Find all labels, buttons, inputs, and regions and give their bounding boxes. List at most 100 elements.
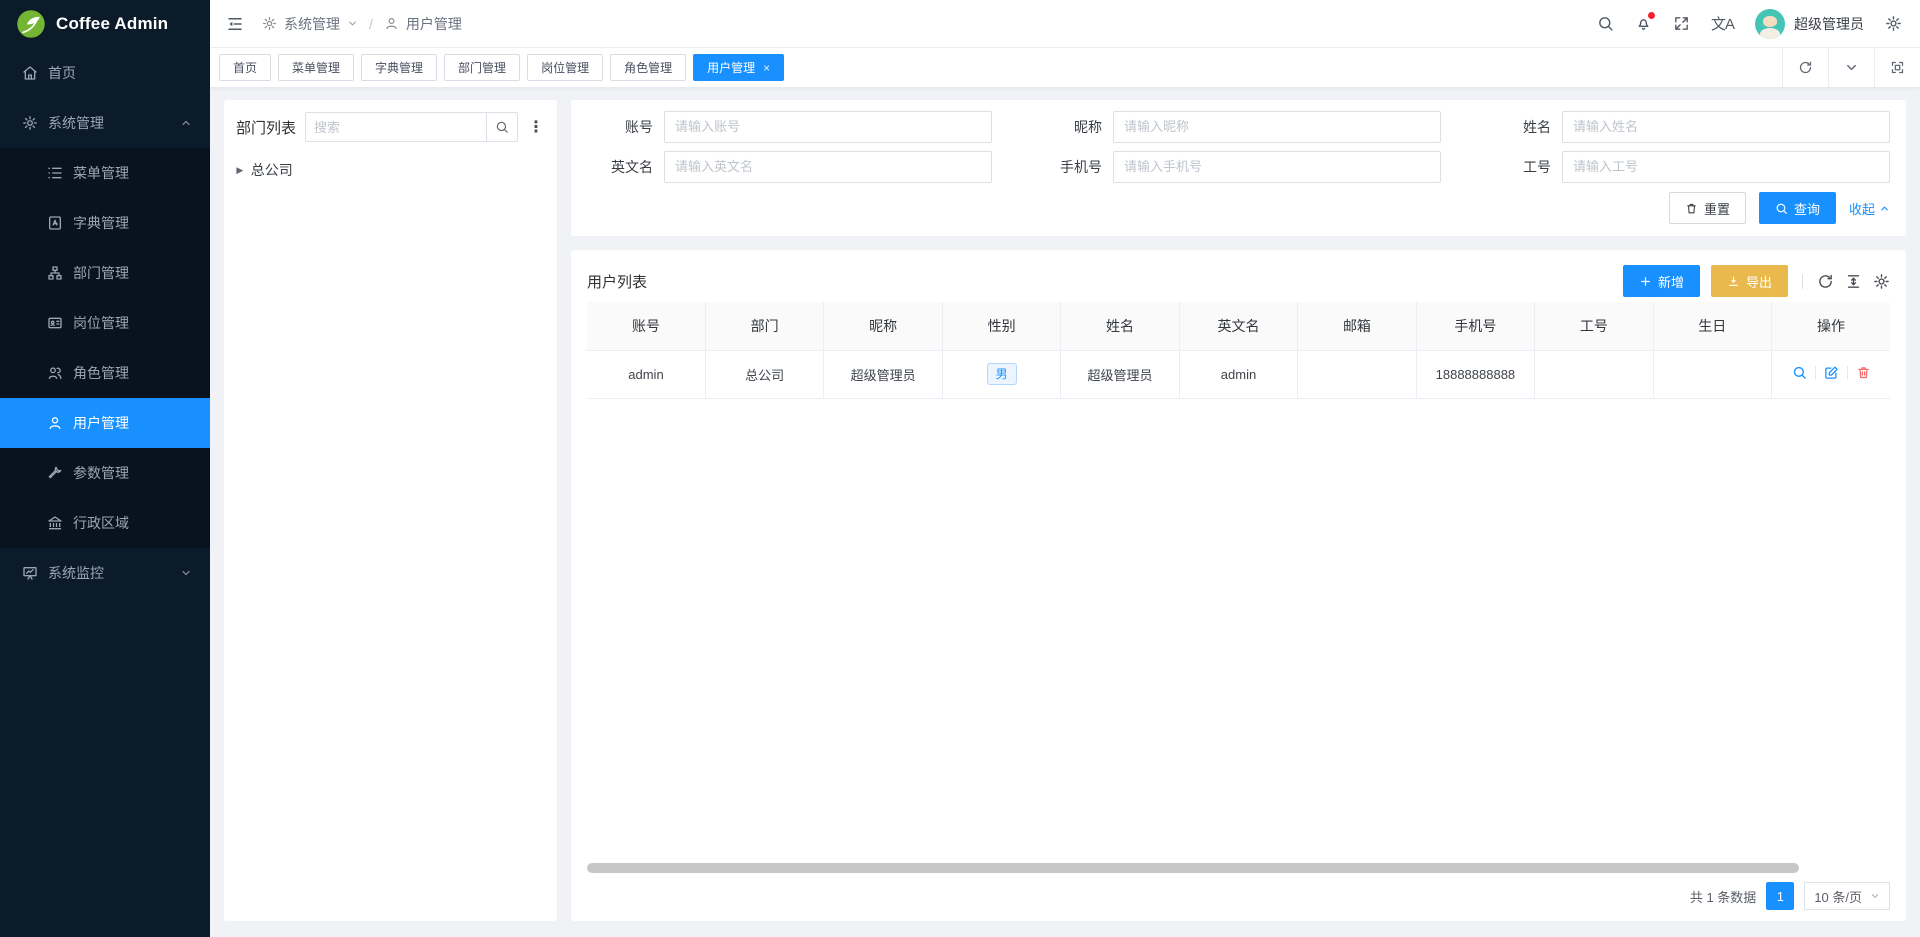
work-no-field[interactable] [1562, 151, 1890, 183]
tab-post-mgmt[interactable]: 岗位管理 [527, 54, 603, 81]
sidebar-menu: 首页 系统管理 菜单管理 字典管理 [0, 48, 210, 937]
chevron-down-icon[interactable] [1828, 48, 1874, 87]
phone-field[interactable] [1113, 151, 1441, 183]
col-dept[interactable]: 部门 [705, 302, 823, 350]
collapse-sidebar-icon[interactable] [226, 15, 244, 33]
tree-node-label: 总公司 [251, 160, 293, 180]
sidebar-item-param-mgmt[interactable]: 参数管理 [0, 448, 210, 498]
sidebar-item-region-mgmt[interactable]: 行政区域 [0, 498, 210, 548]
account-field[interactable] [664, 111, 992, 143]
sidebar-item-menu-mgmt[interactable]: 菜单管理 [0, 148, 210, 198]
cell-work-no [1535, 350, 1653, 398]
col-en-name[interactable]: 英文名 [1179, 302, 1297, 350]
cell-email [1298, 350, 1416, 398]
maximize-icon[interactable] [1874, 48, 1920, 87]
sidebar-item-dept-mgmt[interactable]: 部门管理 [0, 248, 210, 298]
translate-icon[interactable]: 文A [1711, 13, 1734, 34]
sidebar-item-role-mgmt[interactable]: 角色管理 [0, 348, 210, 398]
col-birthday[interactable]: 生日 [1653, 302, 1771, 350]
wrench-icon [47, 465, 63, 481]
tab-menu-mgmt[interactable]: 菜单管理 [278, 54, 354, 81]
col-email[interactable]: 邮箱 [1298, 302, 1416, 350]
sidebar-group-system[interactable]: 系统管理 [0, 98, 210, 148]
sidebar-item-user-mgmt[interactable]: 用户管理 [0, 398, 210, 448]
tab-dict-mgmt[interactable]: 字典管理 [361, 54, 437, 81]
col-gender[interactable]: 性别 [942, 302, 1060, 350]
sidebar-group-monitor[interactable]: 系统监控 [0, 548, 210, 598]
page-button-1[interactable]: 1 [1766, 882, 1794, 910]
tab-role-mgmt[interactable]: 角色管理 [610, 54, 686, 81]
user-list-panel: 用户列表 新增 导出 [571, 250, 1906, 921]
page-size-select[interactable]: 10 条/页 [1804, 882, 1890, 910]
close-icon[interactable]: × [763, 62, 770, 74]
reset-label: 重置 [1704, 199, 1730, 218]
field-label: 昵称 [1036, 117, 1102, 137]
user-list-title: 用户列表 [587, 271, 647, 292]
sidebar-item-label: 首页 [48, 63, 76, 83]
form-item-work-no: 工号 [1485, 150, 1890, 183]
breadcrumb-parent[interactable]: 系统管理 [284, 14, 340, 34]
page-size-value: 10 条/页 [1814, 887, 1862, 906]
kebab-menu-icon[interactable]: ⋮ [527, 117, 545, 137]
col-phone[interactable]: 手机号 [1416, 302, 1534, 350]
user-chip[interactable]: 超级管理员 [1755, 9, 1864, 39]
refresh-table-icon[interactable] [1817, 273, 1834, 290]
home-icon [22, 65, 38, 81]
table-header-row: 账号 部门 昵称 性别 姓名 英文名 邮箱 手机号 工号 生日 操作 [587, 302, 1890, 350]
table-row[interactable]: admin 总公司 超级管理员 男 超级管理员 admin 1888888888… [587, 350, 1890, 398]
tree-node-root[interactable]: ▶ 总公司 [236, 157, 545, 183]
scrollbar-thumb[interactable] [587, 863, 1799, 873]
app-title: Coffee Admin [56, 14, 168, 34]
field-label: 工号 [1485, 157, 1551, 177]
view-row-icon[interactable] [1792, 365, 1807, 380]
settings-gear-icon[interactable] [1885, 15, 1902, 32]
nickname-field[interactable] [1113, 111, 1441, 143]
tab-user-mgmt[interactable]: 用户管理 × [693, 54, 784, 81]
dept-panel: 部门列表 ⋮ ▶ 总公司 [224, 100, 557, 921]
en-name-field[interactable] [664, 151, 992, 183]
breadcrumb: 系统管理 / 用户管理 [262, 14, 462, 34]
list-icon [47, 165, 63, 181]
sidebar-item-post-mgmt[interactable]: 岗位管理 [0, 298, 210, 348]
users-icon [47, 365, 63, 381]
cell-gender: 男 [942, 350, 1060, 398]
gender-tag: 男 [987, 363, 1017, 385]
app-logo: Coffee Admin [0, 0, 210, 48]
dept-tree: ▶ 总公司 [236, 157, 545, 183]
col-nickname[interactable]: 昵称 [824, 302, 942, 350]
search-icon[interactable] [1597, 15, 1614, 32]
notifications-bell-icon[interactable] [1635, 15, 1652, 32]
name-field[interactable] [1562, 111, 1890, 143]
chevron-up-icon [180, 117, 192, 129]
fullscreen-icon[interactable] [1673, 15, 1690, 32]
avatar [1755, 9, 1785, 39]
sidebar-item-dict-mgmt[interactable]: 字典管理 [0, 198, 210, 248]
tab-dept-mgmt[interactable]: 部门管理 [444, 54, 520, 81]
col-account[interactable]: 账号 [587, 302, 705, 350]
col-work-no[interactable]: 工号 [1535, 302, 1653, 350]
tab-label: 用户管理 [707, 59, 755, 76]
tab-home[interactable]: 首页 [219, 54, 271, 81]
cell-phone: 18888888888 [1416, 350, 1534, 398]
delete-row-icon[interactable] [1856, 365, 1871, 380]
col-name[interactable]: 姓名 [1061, 302, 1179, 350]
query-button[interactable]: 查询 [1759, 192, 1836, 224]
refresh-icon[interactable] [1782, 48, 1828, 87]
add-user-button[interactable]: 新增 [1623, 265, 1700, 297]
pagination-total: 共 1 条数据 [1690, 887, 1756, 906]
caret-right-icon[interactable]: ▶ [236, 165, 243, 175]
dept-search-button[interactable] [486, 112, 518, 142]
field-label: 英文名 [587, 157, 653, 177]
row-height-icon[interactable] [1845, 273, 1862, 290]
tab-bar: 首页 菜单管理 字典管理 部门管理 岗位管理 角色管理 用户管理 × [210, 48, 1920, 88]
sidebar-item-home[interactable]: 首页 [0, 48, 210, 98]
reset-button[interactable]: 重置 [1669, 192, 1746, 224]
col-actions: 操作 [1772, 302, 1890, 350]
table-settings-gear-icon[interactable] [1873, 273, 1890, 290]
export-button[interactable]: 导出 [1711, 265, 1788, 297]
dept-search-input[interactable] [305, 112, 486, 142]
edit-row-icon[interactable] [1824, 365, 1839, 380]
collapse-form-link[interactable]: 收起 [1849, 199, 1890, 218]
pagination: 共 1 条数据 1 10 条/页 [587, 881, 1890, 911]
header-actions: 文A 超级管理员 [1597, 9, 1902, 39]
